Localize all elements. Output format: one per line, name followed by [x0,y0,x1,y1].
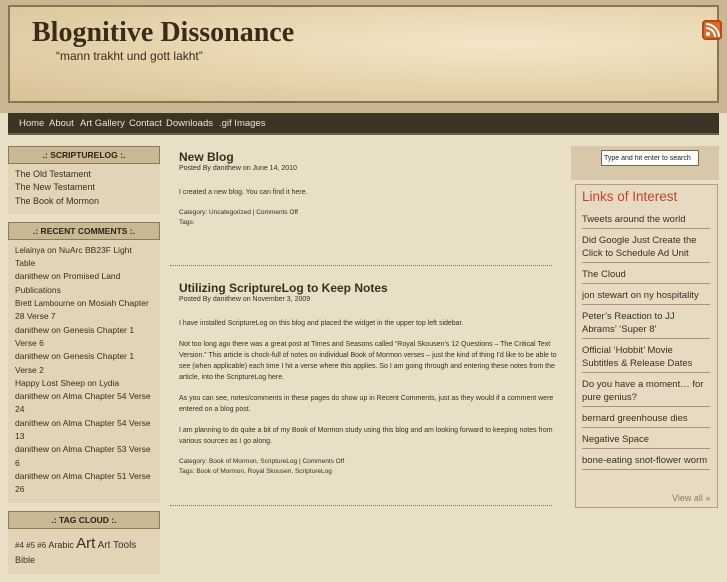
comment-item: Brett Lambourne on Mosiah Chapter 28 Ver… [15,298,149,322]
comment-item: danithew on Alma Chapter 53 Verse 6 [15,444,151,468]
comment-item: danithew on Alma Chapter 51 Verse 26 [15,470,151,495]
links-title: Links of Interest [582,189,678,204]
comment-item: danithew on Alma Chapter 54 Verse 13 [15,417,151,442]
post: Utilizing ScriptureLog to Keep Notes Pos… [170,266,564,477]
post-tags: Tags: Book of Mormon, Royal Skousen, Scr… [179,468,332,475]
comment-item: danithew on Genesis Chapter 1 Verse 2 [15,351,135,375]
nav-gif-images[interactable]: .gif Images [219,118,265,129]
view-all-link[interactable]: View all » [672,493,710,503]
recent-comments-list: Lelainya on NuArc BB23F Light Table dani… [8,239,160,503]
comment-author[interactable]: danithew [15,271,49,281]
post-paragraph: As you can see, notes/comments in these … [179,395,554,413]
post: New Blog Posted By danithew on June 14, … [170,146,564,228]
recent-comments-heading: .: RECENT COMMENTS :. [8,221,160,240]
post-paragraph: I am planning to do quite a bit of my Bo… [179,427,553,445]
links-list: Tweets around the world Did Google Just … [582,213,710,475]
post-paragraph: I have installed ScriptureLog on this bl… [179,320,464,327]
post-category: Category: Book of Mormon, ScriptureLog |… [179,458,345,465]
comment-item: danithew on Promised Land Publications [15,271,121,295]
post-title[interactable]: New Blog [179,150,564,164]
nav-about[interactable]: About [49,118,74,129]
nav-home[interactable]: Home [19,118,44,129]
comment-author[interactable]: danithew [15,471,49,481]
interest-link[interactable]: jon stewart on ny hospitality [582,289,710,305]
rss-icon[interactable] [702,20,722,40]
interest-link[interactable]: The Cloud [582,268,710,284]
post-category: Category: Uncategorized | Comments Off [179,209,298,216]
links-of-interest-box: Links of Interest Tweets around the worl… [575,184,718,508]
interest-link[interactable]: Peter’s Reaction to JJ Abrams’ ‘Super 8’ [582,310,710,339]
tag-link[interactable]: Art [76,535,95,552]
comment-author[interactable]: danithew [15,444,49,454]
scripturelog-list: The Old Testament The New Testament The … [8,164,160,214]
search-area [571,146,719,180]
tag-link[interactable]: Art Tools [98,540,137,551]
post-meta: Posted By danithew on November 3, 2009 [179,296,311,303]
scripturelog-heading: .: SCRIPTURELOG :. [8,146,160,164]
scripturelog-item[interactable]: The Book of Mormon [15,195,154,208]
site-title[interactable]: Blognitive Dissonance [32,17,294,49]
scripturelog-item[interactable]: The New Testament [15,181,154,194]
post-paragraph: I created a new blog. You can find it he… [179,189,308,196]
comment-item: Lelainya on NuArc BB23F Light Table [15,244,132,269]
interest-link[interactable]: bernard greenhouse dies [582,412,710,428]
interest-link[interactable]: Official ‘Hobbit’ Movie Subtitles & Rele… [582,344,710,373]
main-navigation: Home About Art Gallery Contact Downloads… [8,113,719,135]
interest-link[interactable]: Do you have a moment… for pure genius? [582,378,710,407]
interest-link[interactable]: Tweets around the world [582,213,710,229]
interest-link[interactable]: Did Google Just Create the Click to Sche… [582,234,710,263]
nav-contact[interactable]: Contact [129,118,162,129]
post-paragraph: Not too long ago there was a great post … [179,341,557,381]
post-separator [170,505,552,506]
comment-author[interactable]: danithew [15,325,49,335]
site-tagline: “mann trakht und gott lakht” [56,49,203,63]
comment-item: Happy Lost Sheep on Lydia [15,377,120,388]
nav-downloads[interactable]: Downloads [166,118,213,129]
comment-item: danithew on Alma Chapter 54 Verse 24 [15,391,151,415]
tag-link[interactable]: #4 [15,541,24,550]
scripturelog-item[interactable]: The Old Testament [15,168,154,181]
comment-author[interactable]: Lelainya [15,246,45,255]
left-sidebar: .: SCRIPTURELOG :. The Old Testament The… [8,146,160,582]
header-banner: Blognitive Dissonance “mann trakht und g… [8,5,722,103]
main-content: New Blog Posted By danithew on June 14, … [170,146,564,506]
tag-cloud-heading: .: TAG CLOUD :. [8,510,160,529]
comment-author[interactable]: Brett Lambourne [15,299,75,308]
search-input[interactable] [601,150,699,166]
interest-link[interactable]: Negative Space [582,433,710,449]
comment-author[interactable]: danithew [15,391,49,401]
tag-cloud: #4 #5 #6 Arabic Art Art Tools Bible [8,528,160,574]
nav-art-gallery[interactable]: Art Gallery [80,118,125,129]
right-sidebar: Links of Interest Tweets around the worl… [571,146,719,508]
tag-link[interactable]: Bible [15,555,35,565]
site-header: Blognitive Dissonance “mann trakht und g… [0,0,727,113]
comment-author[interactable]: Happy Lost Sheep [15,378,85,388]
post-title[interactable]: Utilizing ScriptureLog to Keep Notes [179,281,564,295]
tag-link[interactable]: #6 [37,541,46,550]
comment-item: danithew on Genesis Chapter 1 Verse 6 [15,324,135,348]
comment-author[interactable]: danithew [15,418,49,428]
comment-author[interactable]: danithew [15,351,49,361]
post-body: I created a new blog. You can find it he… [170,187,564,198]
tag-link[interactable]: #5 [26,541,35,550]
interest-link[interactable]: bone-eating snot-flower worm [582,454,710,470]
post-tags: Tags: [179,219,195,226]
post-body: I have installed ScriptureLog on this bl… [170,318,564,447]
comment-post-link[interactable]: Lydia [99,378,119,388]
post-meta: Posted By danithew on June 14, 2010 [179,165,297,172]
